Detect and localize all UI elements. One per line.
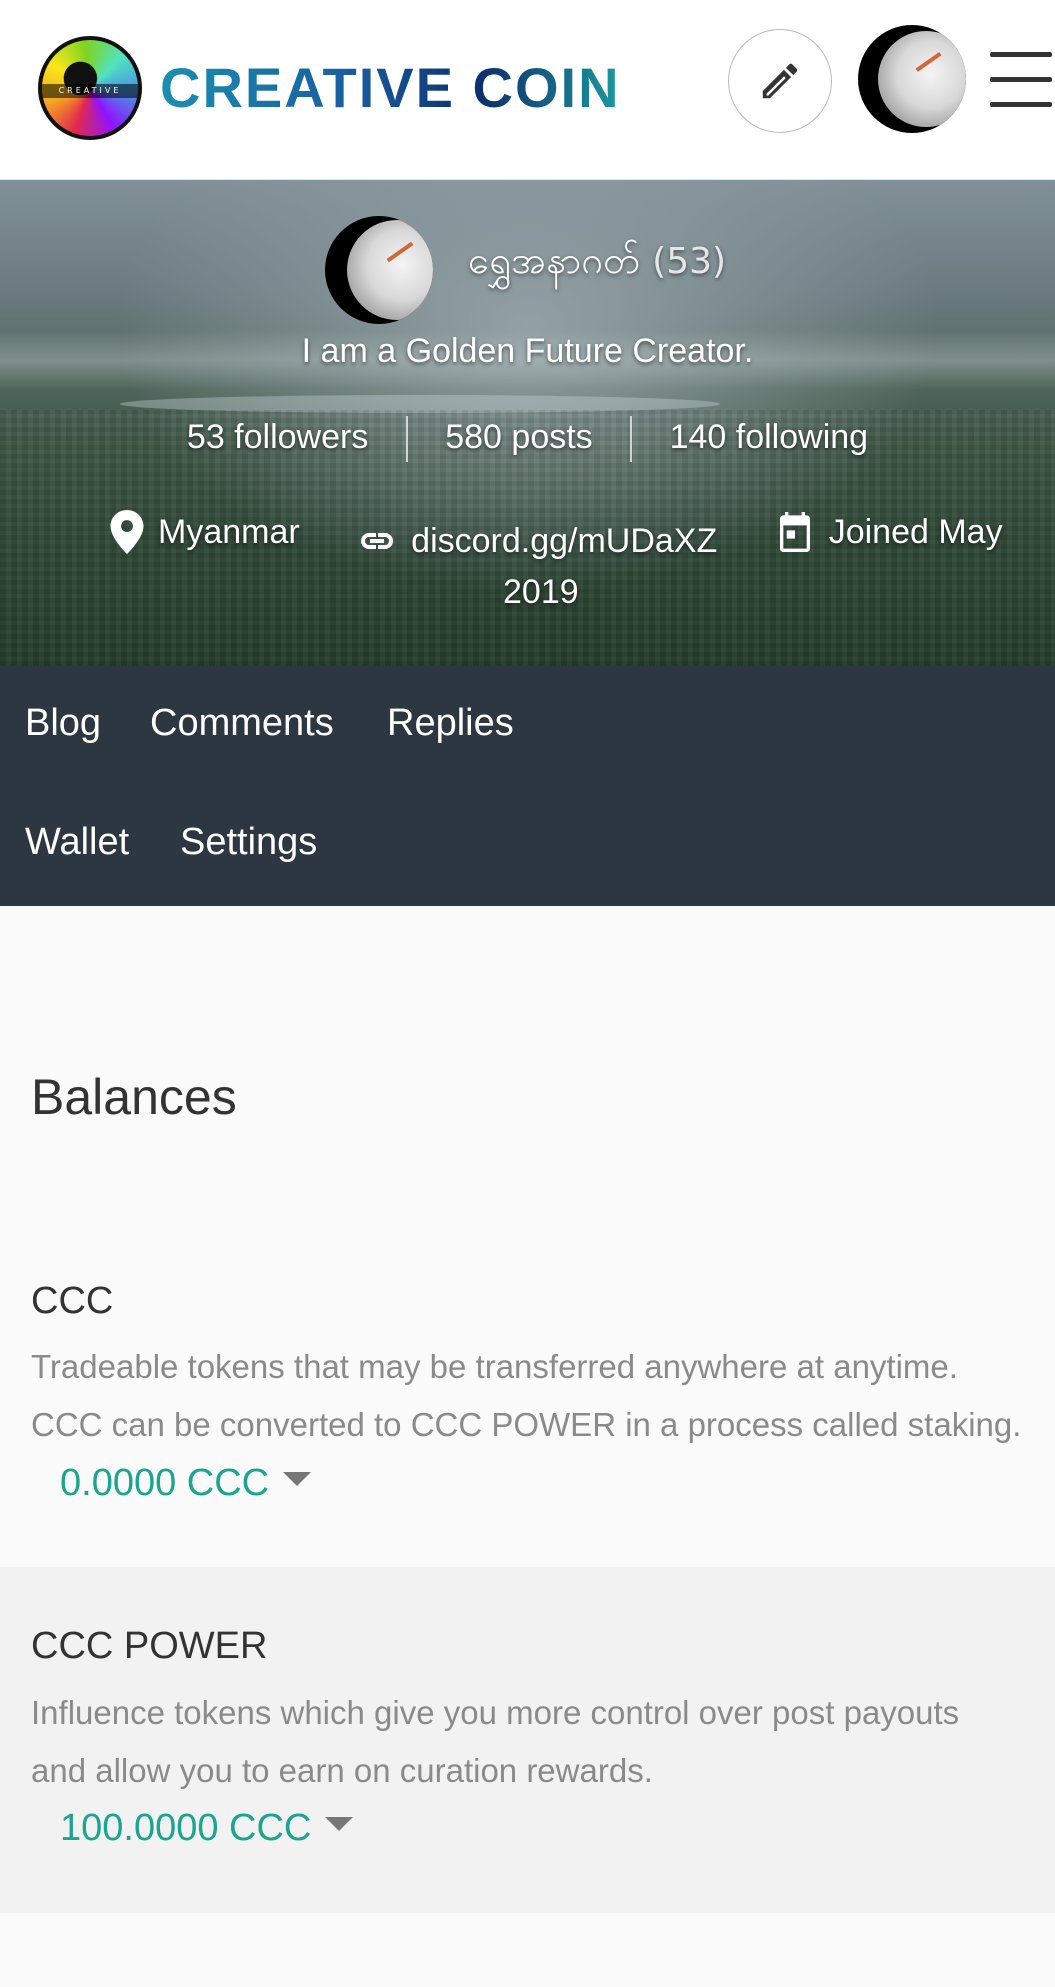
write-post-button[interactable] bbox=[728, 29, 832, 133]
tab-wallet[interactable]: Wallet bbox=[25, 821, 129, 864]
joined-text: Joined May bbox=[828, 513, 1003, 551]
calendar-icon bbox=[779, 512, 810, 552]
profile-cover: ရွှေအနာဂတ် (53) I am a Golden Future Cre… bbox=[0, 180, 1055, 666]
user-avatar-menu[interactable] bbox=[858, 25, 966, 133]
tab-replies[interactable]: Replies bbox=[387, 702, 514, 745]
divider bbox=[630, 416, 633, 462]
avatar-image bbox=[878, 31, 966, 127]
description-line: and allow you to earn on curation reward… bbox=[31, 1752, 653, 1789]
tab-settings[interactable]: Settings bbox=[180, 821, 317, 864]
avatar-image bbox=[347, 220, 433, 320]
amount-value: 100.0000 CCC bbox=[60, 1807, 312, 1849]
joined-year: 2019 bbox=[503, 573, 579, 611]
description-line: CCC can be converted to CCC POWER in a p… bbox=[31, 1406, 1022, 1443]
balance-row-ccc-power: CCC POWER Influence tokens which give yo… bbox=[0, 1567, 1055, 1913]
profile-location: Myanmar bbox=[110, 502, 300, 562]
balance-title: CCC bbox=[31, 1280, 114, 1322]
balance-title: CCC POWER bbox=[31, 1625, 268, 1667]
balance-row-ccc: CCC Tradeable tokens that may be transfe… bbox=[0, 1260, 1055, 1567]
profile-joined: Joined May bbox=[775, 502, 1003, 562]
pen-icon bbox=[762, 63, 798, 99]
reputation-score: (53) bbox=[652, 241, 727, 282]
tab-comments[interactable]: Comments bbox=[150, 702, 334, 745]
following-link[interactable]: 140 following bbox=[670, 418, 868, 456]
tab-blog[interactable]: Blog bbox=[25, 702, 101, 745]
link-icon bbox=[361, 533, 394, 549]
creative-coin-logo[interactable]: CREATIVE bbox=[38, 36, 142, 140]
balance-description: Influence tokens which give you more con… bbox=[31, 1684, 1031, 1800]
description-line: Tradeable tokens that may be transferred… bbox=[31, 1348, 958, 1385]
menu-icon[interactable] bbox=[990, 52, 1052, 108]
amount-value: 0.0000 CCC bbox=[60, 1462, 270, 1504]
top-bar: CREATIVE CREATIVE COIN bbox=[0, 0, 1055, 180]
location-pin-icon bbox=[110, 510, 144, 554]
chevron-down-icon bbox=[283, 1471, 312, 1486]
posts-count: 580 posts bbox=[445, 417, 593, 456]
profile-name-text: ရွှေအနာဂတ် bbox=[468, 238, 641, 282]
chevron-down-icon bbox=[325, 1816, 354, 1831]
logo-band-text: CREATIVE bbox=[42, 84, 138, 98]
ccc-amount-dropdown[interactable]: 0.0000 CCC bbox=[60, 1462, 312, 1505]
ccc-power-amount-dropdown[interactable]: 100.0000 CCC bbox=[60, 1807, 354, 1850]
location-text: Myanmar bbox=[158, 513, 300, 551]
followers-link[interactable]: 53 followers bbox=[187, 418, 368, 456]
balances-heading: Balances bbox=[31, 1069, 237, 1125]
profile-name: ရွှေအနာဂတ် (53) bbox=[468, 236, 726, 292]
profile-stats: 53 followers 580 posts 140 following bbox=[0, 416, 1055, 462]
brand-name[interactable]: CREATIVE COIN bbox=[160, 56, 621, 120]
profile-meta: Myanmar discord.gg/mUDaXZ Joined May 201… bbox=[110, 502, 1030, 611]
description-line: Influence tokens which give you more con… bbox=[31, 1694, 960, 1731]
divider bbox=[405, 416, 408, 462]
profile-avatar[interactable] bbox=[325, 216, 433, 324]
profile-about: I am a Golden Future Creator. bbox=[301, 332, 754, 370]
profile-nav: Blog Comments Replies Wallet Settings bbox=[0, 666, 1055, 906]
balance-description: Tradeable tokens that may be transferred… bbox=[31, 1338, 1031, 1454]
